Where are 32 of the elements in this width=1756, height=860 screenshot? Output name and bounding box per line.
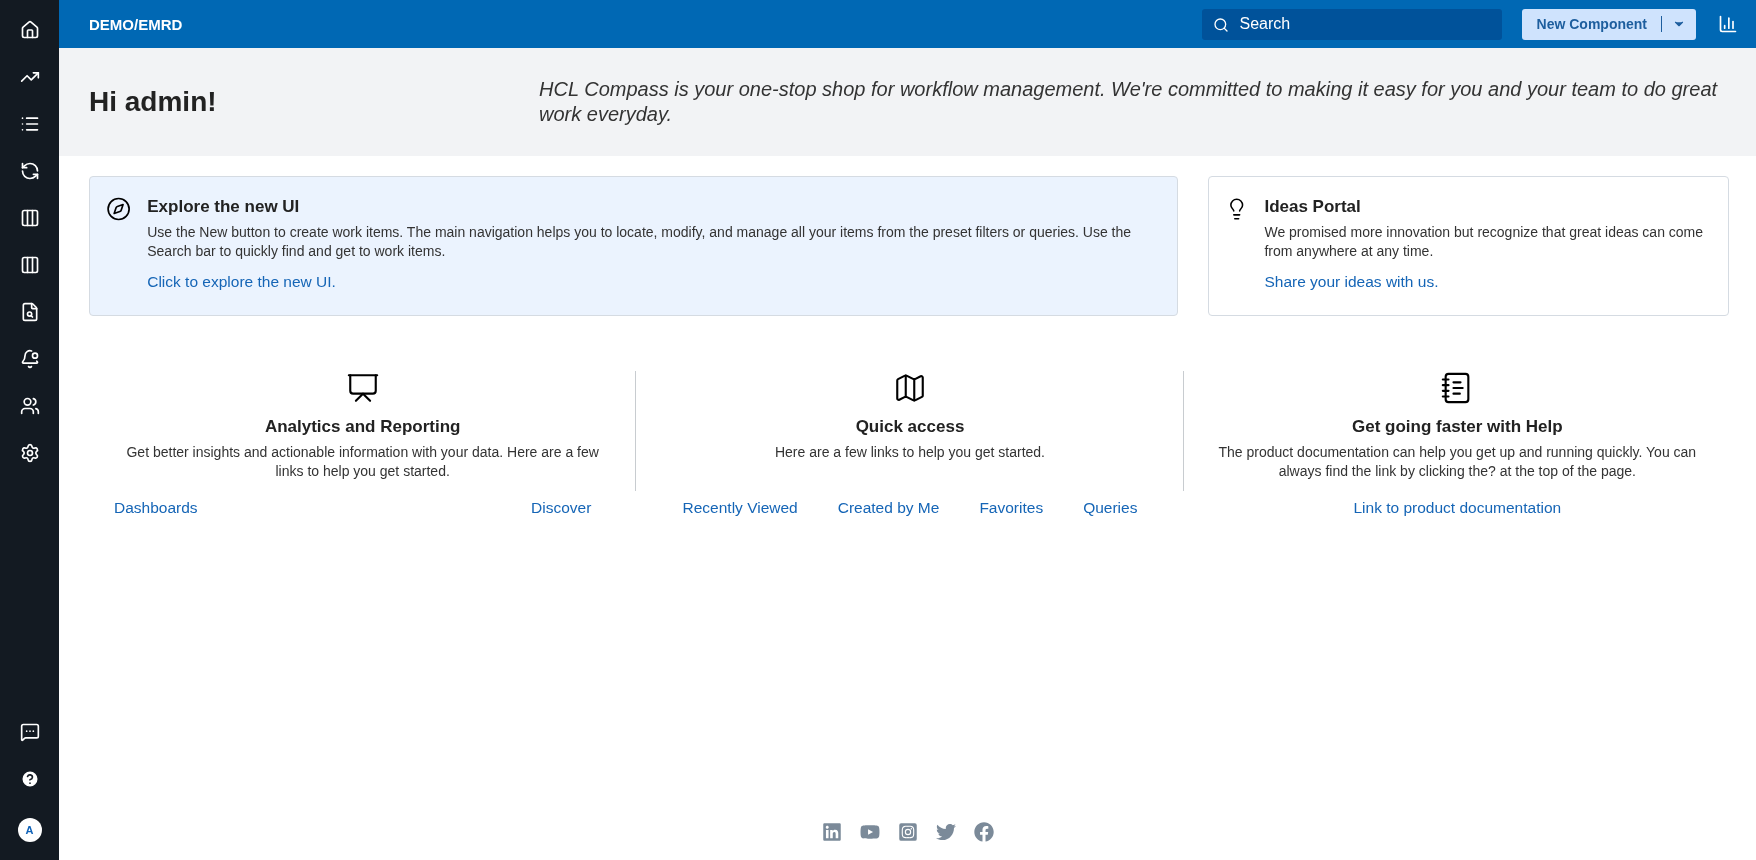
- card-link[interactable]: Share your ideas with us.: [1264, 273, 1712, 291]
- project-title: DEMO/EMRD: [89, 15, 183, 33]
- section-link[interactable]: Dashboards: [114, 499, 198, 517]
- section-link[interactable]: Discover: [531, 499, 592, 517]
- tagline: HCL Compass is your one-stop shop for workflow management. We're committed to making it easy for you and your team to do great work everyday.: [539, 77, 1719, 127]
- instagram-icon[interactable]: [897, 822, 918, 842]
- card-text: Use the New button to create work items. The main navigation helps you to locate, modify, and manage all your items from the preset filters or queries. Use the Search bar to quickly find and get to work items.: [147, 223, 1133, 261]
- section-text: The product documentation can help you get up and running quickly. You can always find the link by clicking the? at the top of the page.: [1217, 443, 1698, 481]
- chart-icon[interactable]: [1718, 14, 1738, 34]
- section-title: Quick access: [855, 417, 965, 437]
- card-title: Explore the new UI: [147, 197, 301, 217]
- search-icon: [1212, 16, 1229, 33]
- new-component-button[interactable]: New Component: [1521, 8, 1696, 40]
- card-link[interactable]: Click to explore the new UI.: [147, 273, 1161, 291]
- greeting: Hi admin!: [89, 86, 218, 118]
- card-title: Ideas Portal: [1264, 197, 1362, 217]
- youtube-icon[interactable]: [859, 822, 880, 842]
- twitter-icon[interactable]: [935, 822, 956, 842]
- linkedin-icon[interactable]: [821, 822, 842, 842]
- avatar[interactable]: A: [17, 818, 42, 842]
- section-title: Analytics and Reporting: [264, 417, 461, 437]
- section-title: Get going faster with Help: [1352, 417, 1563, 437]
- section-text: Get better insights and actionable information with your data. Here are a few links to help you get started.: [125, 443, 600, 481]
- section-text: Here are a few links to help you get started.: [773, 443, 1046, 462]
- card-text: We promised more innovation but recognize that great ideas can come from anywhere at any time.: [1264, 223, 1705, 261]
- search-field[interactable]: Search: [1201, 8, 1502, 40]
- section-link[interactable]: Queries: [1083, 499, 1138, 517]
- section-link[interactable]: Favorites: [979, 499, 1044, 517]
- section-link[interactable]: Recently Viewed: [682, 499, 798, 517]
- section-link[interactable]: Created by Me: [837, 499, 940, 517]
- facebook-icon[interactable]: [973, 822, 994, 842]
- section-link[interactable]: Link to product documentation: [1353, 499, 1562, 517]
